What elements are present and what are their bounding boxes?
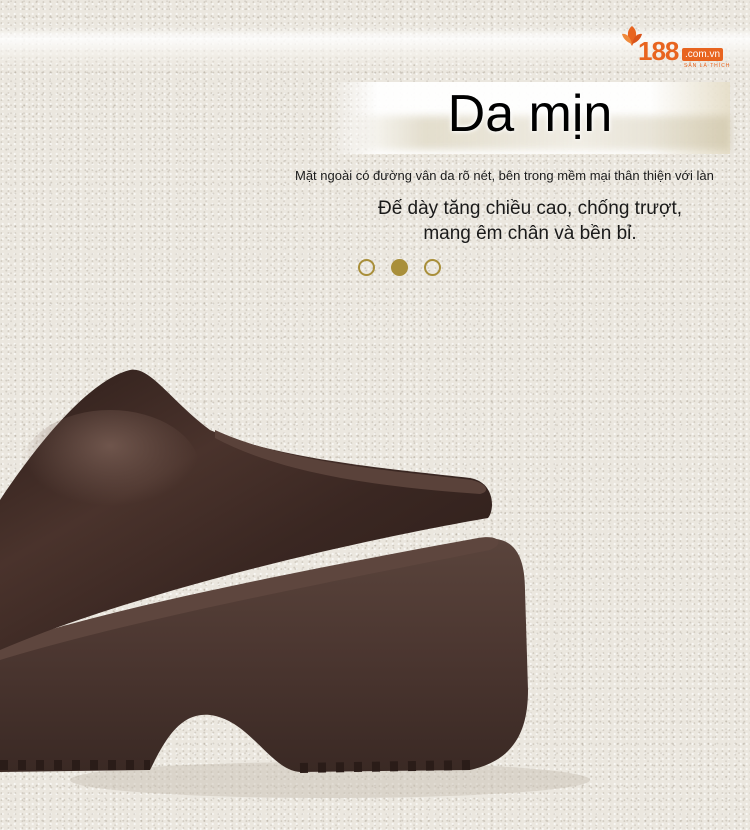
logo-domain: .com.vn — [682, 48, 724, 61]
banner-description: Đế dày tăng chiều cao, chống trượt, mang… — [377, 198, 683, 244]
product-shoe-image — [0, 369, 590, 798]
banner-subtitle: Mặt ngoài có đường vân da rõ nét, bên tr… — [295, 168, 714, 183]
carousel-dot-2[interactable] — [391, 259, 408, 276]
logo-number: 188 — [638, 36, 679, 66]
banner-title: Da mịn — [447, 85, 613, 143]
carousel-dot-3[interactable] — [424, 259, 441, 276]
brand-logo[interactable]: 188 .com.vn SĂN LÀ THÍCH — [620, 22, 735, 69]
logo-tagline: SĂN LÀ THÍCH — [684, 63, 731, 69]
carousel-dot-1[interactable] — [358, 259, 375, 276]
